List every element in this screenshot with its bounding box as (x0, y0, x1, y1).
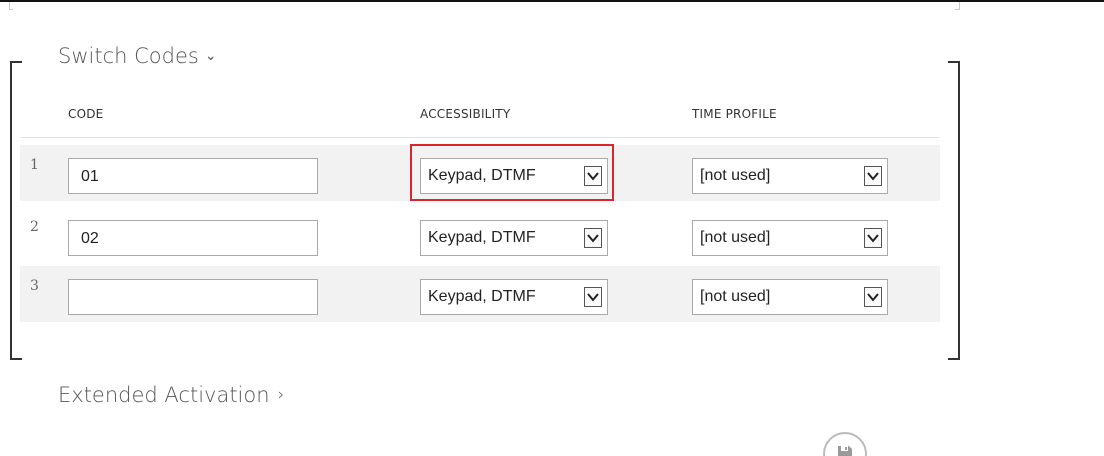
time-profile-select[interactable]: [not used] (692, 220, 888, 256)
code-input[interactable]: 02 (68, 220, 318, 256)
table-row: 3 Keypad, DTMF [not used] (20, 266, 940, 322)
switch-codes-section-header[interactable]: Switch Codes ⌄ (58, 44, 217, 68)
chevron-right-icon: › (277, 385, 285, 405)
corner-mark-left (9, 9, 13, 10)
floppy-disk-icon (838, 446, 852, 456)
dropdown-arrow-icon[interactable] (584, 287, 602, 307)
accessibility-select-value: Keypad, DTMF (428, 229, 536, 246)
save-button[interactable] (823, 432, 867, 456)
time-profile-select-value: [not used] (700, 229, 771, 246)
time-profile-select-value: [not used] (700, 288, 771, 305)
accessibility-select[interactable]: Keypad, DTMF (420, 279, 608, 315)
code-input[interactable]: 01 (68, 158, 318, 194)
table-row: 2 02 Keypad, DTMF [not used] (20, 207, 940, 263)
time-profile-select-value: [not used] (700, 167, 771, 184)
column-header-accessibility: ACCESSIBILITY (420, 107, 511, 121)
top-divider (0, 0, 1104, 2)
column-header-time-profile: TIME PROFILE (692, 107, 777, 121)
dropdown-arrow-icon[interactable] (864, 287, 882, 307)
time-profile-select[interactable]: [not used] (692, 279, 888, 315)
row-number: 2 (30, 219, 39, 235)
accessibility-select[interactable]: Keypad, DTMF (420, 220, 608, 256)
section-bracket-right (948, 61, 960, 360)
dropdown-arrow-icon[interactable] (864, 166, 882, 186)
row-number: 1 (30, 157, 39, 173)
dropdown-arrow-icon[interactable] (864, 228, 882, 248)
dropdown-arrow-icon[interactable] (584, 228, 602, 248)
highlight-box (410, 144, 614, 201)
row-number: 3 (30, 278, 39, 294)
column-header-code: CODE (68, 107, 104, 121)
header-divider (20, 137, 940, 138)
extended-activation-section-header[interactable]: Extended Activation › (58, 383, 284, 407)
extended-activation-title: Extended Activation (58, 383, 270, 407)
switch-codes-title: Switch Codes (58, 44, 199, 68)
corner-mark-right (955, 9, 960, 10)
code-input[interactable] (68, 279, 318, 315)
chevron-down-icon: ⌄ (204, 48, 217, 64)
time-profile-select[interactable]: [not used] (692, 158, 888, 194)
switch-settings-page: Switch Codes ⌄ CODE ACCESSIBILITY TIME PR… (0, 0, 1104, 456)
accessibility-select-value: Keypad, DTMF (428, 288, 536, 305)
